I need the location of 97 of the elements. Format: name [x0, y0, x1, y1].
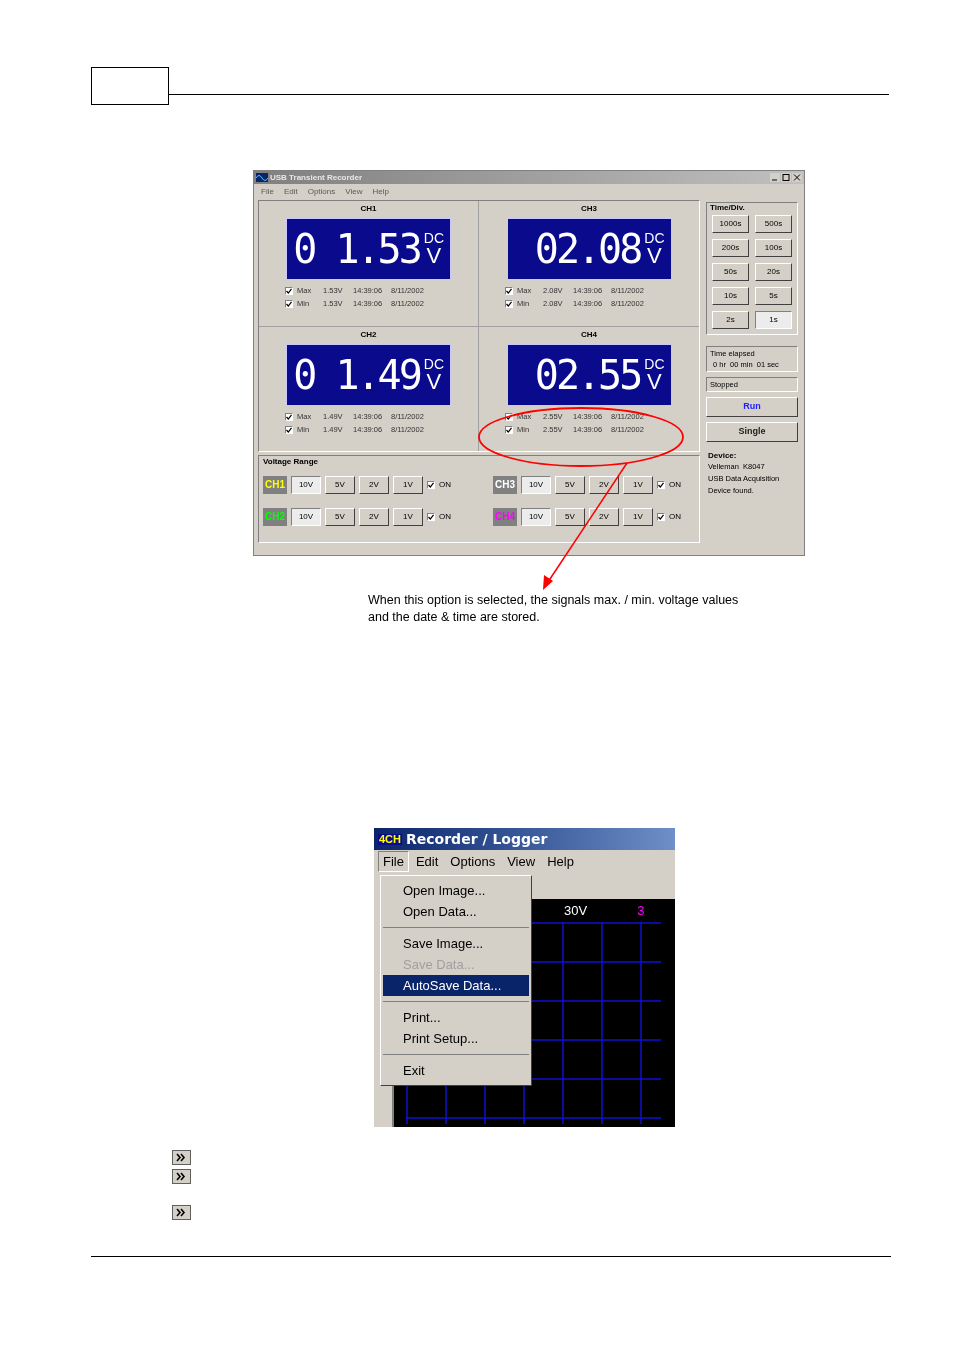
- channel-tag-text: CH3: [495, 480, 515, 490]
- window-title: Recorder / Logger: [406, 832, 548, 846]
- app-badge: 4CH: [378, 833, 402, 845]
- range-button[interactable]: 2V: [359, 508, 389, 526]
- checkbox[interactable]: [285, 287, 293, 295]
- scale-label: 3: [637, 904, 645, 917]
- checkbox[interactable]: [427, 513, 435, 521]
- time-button[interactable]: 2s: [712, 311, 749, 329]
- checkbox[interactable]: [657, 481, 665, 489]
- time-button[interactable]: 1s: [755, 311, 792, 329]
- menu-entry[interactable]: Open Image...: [383, 880, 529, 901]
- lcd-unit: DC: [644, 356, 665, 371]
- time-button[interactable]: 10s: [712, 287, 749, 305]
- forward-icon[interactable]: [172, 1150, 191, 1165]
- channel-title: CH4: [581, 329, 597, 340]
- menu-item[interactable]: Edit: [283, 188, 298, 196]
- time-button[interactable]: 200s: [712, 239, 749, 257]
- lcd-unit: V: [426, 370, 442, 393]
- forward-icon[interactable]: [172, 1205, 191, 1220]
- menu-item[interactable]: View: [502, 851, 541, 872]
- range-button[interactable]: 5V: [555, 508, 585, 526]
- lcd-unit: V: [647, 370, 662, 393]
- range-button[interactable]: 10V: [521, 476, 551, 494]
- group-title: Time/Div.: [710, 203, 746, 213]
- channel-tag-text: CH1: [265, 480, 285, 490]
- on-label: ON: [669, 511, 681, 523]
- menu-entry[interactable]: Open Data...: [383, 901, 529, 922]
- range-button[interactable]: 1V: [623, 508, 653, 526]
- minimize-icon[interactable]: [770, 173, 780, 182]
- scale-label: 30V: [564, 904, 588, 917]
- menu-item[interactable]: Help: [372, 188, 389, 196]
- time-button[interactable]: 50s: [712, 263, 749, 281]
- checkbox[interactable]: [505, 287, 513, 295]
- channel-tag-text: CH4: [495, 512, 515, 522]
- range-button[interactable]: 1V: [623, 476, 653, 494]
- range-button[interactable]: 5V: [555, 476, 585, 494]
- checkbox[interactable]: [657, 513, 665, 521]
- time-button[interactable]: 500s: [755, 215, 792, 233]
- menu-item[interactable]: Options: [307, 188, 336, 196]
- lcd-unit: V: [647, 245, 662, 267]
- menu-entry[interactable]: Save Image...: [383, 933, 529, 954]
- menu-entry[interactable]: Print...: [383, 1007, 529, 1028]
- lcd-reading: 0 1.53: [293, 229, 420, 269]
- menu-item[interactable]: Edit: [410, 851, 444, 872]
- device-label: Device:: [708, 450, 738, 461]
- lcd-reading: 0 1.49: [293, 354, 420, 395]
- lcd-unit: DC: [423, 356, 444, 371]
- menu-item[interactable]: View: [345, 188, 363, 196]
- channel-tag-text: CH2: [265, 512, 285, 522]
- single-button[interactable]: Single: [706, 422, 798, 442]
- range-button[interactable]: 2V: [589, 476, 619, 494]
- range-button[interactable]: 1V: [393, 508, 423, 526]
- forward-icon[interactable]: [172, 1169, 191, 1184]
- range-button[interactable]: 5V: [325, 508, 355, 526]
- on-label: ON: [439, 511, 451, 523]
- group-title: Voltage Range: [263, 457, 319, 467]
- caption-text: When this option is selected, the signals max. / min. voltage values and the date & time are stored.: [368, 592, 740, 626]
- channel-title: CH2: [360, 329, 377, 340]
- time-button[interactable]: 1000s: [712, 215, 749, 233]
- menu-item[interactable]: Options: [445, 851, 501, 872]
- window-title: USB Transient Recorder: [270, 173, 363, 182]
- time-button[interactable]: 5s: [755, 287, 792, 305]
- range-button[interactable]: 1V: [393, 476, 423, 494]
- lcd-reading: 02.55: [534, 354, 641, 395]
- maximize-icon[interactable]: [781, 173, 791, 182]
- lcd-reading: 02.08: [534, 229, 641, 269]
- checkbox[interactable]: [285, 300, 293, 308]
- checkbox[interactable]: [505, 412, 513, 421]
- lcd-unit: DC: [423, 231, 444, 245]
- checkbox[interactable]: [427, 481, 435, 489]
- time-button[interactable]: 20s: [755, 263, 792, 281]
- menu-entry[interactable]: Print Setup...: [383, 1028, 529, 1049]
- range-button[interactable]: 10V: [521, 508, 551, 526]
- range-button[interactable]: 10V: [291, 476, 321, 494]
- close-icon[interactable]: [792, 173, 802, 182]
- time-button[interactable]: 100s: [755, 239, 792, 257]
- menu-item[interactable]: Help: [542, 851, 579, 872]
- run-button[interactable]: Run: [706, 397, 798, 417]
- range-button[interactable]: 10V: [291, 508, 321, 526]
- channel-title: CH3: [581, 204, 597, 214]
- checkbox[interactable]: [505, 425, 513, 434]
- menu-entry[interactable]: Exit: [383, 1060, 529, 1081]
- range-button[interactable]: 5V: [325, 476, 355, 494]
- checkbox[interactable]: [285, 412, 293, 421]
- on-label: ON: [439, 479, 451, 491]
- range-button[interactable]: 2V: [359, 476, 389, 494]
- on-label: ON: [669, 479, 681, 491]
- range-button[interactable]: 2V: [589, 508, 619, 526]
- wave-icon: [256, 173, 268, 182]
- channel-title: CH1: [360, 204, 377, 214]
- checkbox[interactable]: [285, 425, 293, 434]
- lcd-unit: DC: [644, 231, 665, 245]
- menu-item[interactable]: File: [378, 851, 409, 872]
- checkbox[interactable]: [505, 300, 513, 308]
- menu-entry[interactable]: AutoSave Data...: [383, 975, 529, 996]
- lcd-unit: V: [426, 245, 442, 267]
- menu-item[interactable]: File: [261, 188, 274, 196]
